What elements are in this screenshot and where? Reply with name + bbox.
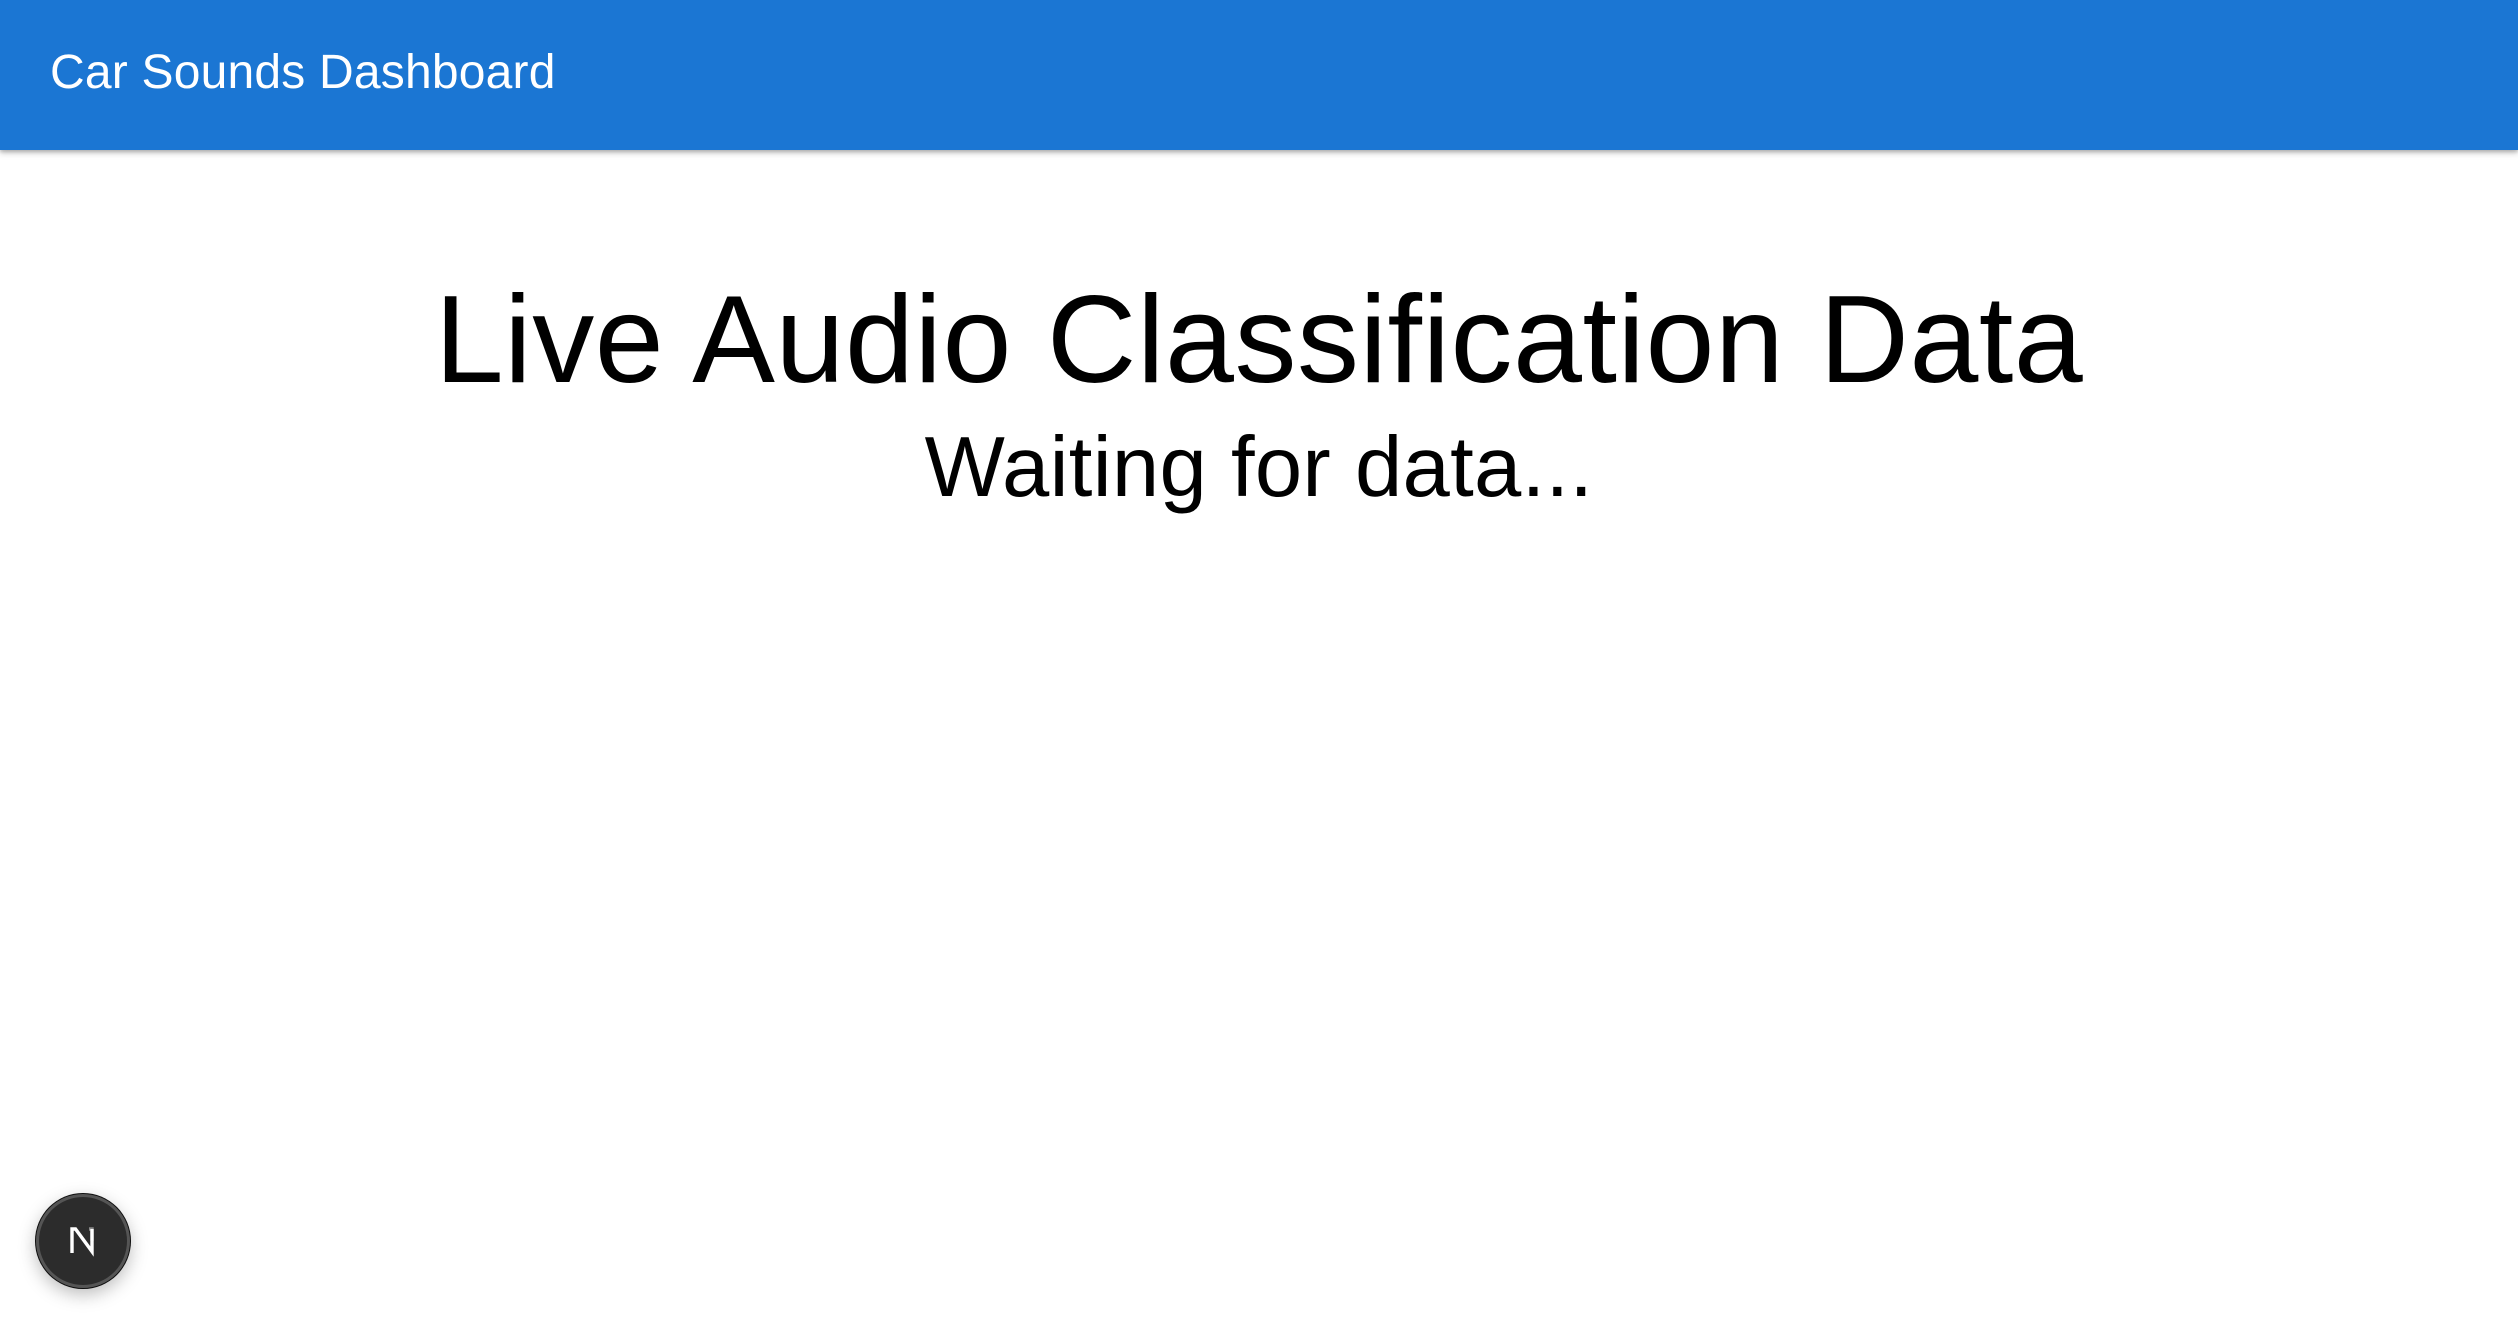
- nextjs-dev-indicator-button[interactable]: [36, 1194, 130, 1288]
- nextjs-n-logo-icon: [70, 1227, 94, 1257]
- main-content: Live Audio Classification Data Waiting f…: [0, 150, 2518, 1324]
- app-bar: Car Sounds Dashboard: [0, 0, 2518, 150]
- app-title: Car Sounds Dashboard: [50, 45, 556, 99]
- page-heading: Live Audio Classification Data: [434, 271, 2084, 409]
- status-message: Waiting for data...: [924, 420, 1594, 515]
